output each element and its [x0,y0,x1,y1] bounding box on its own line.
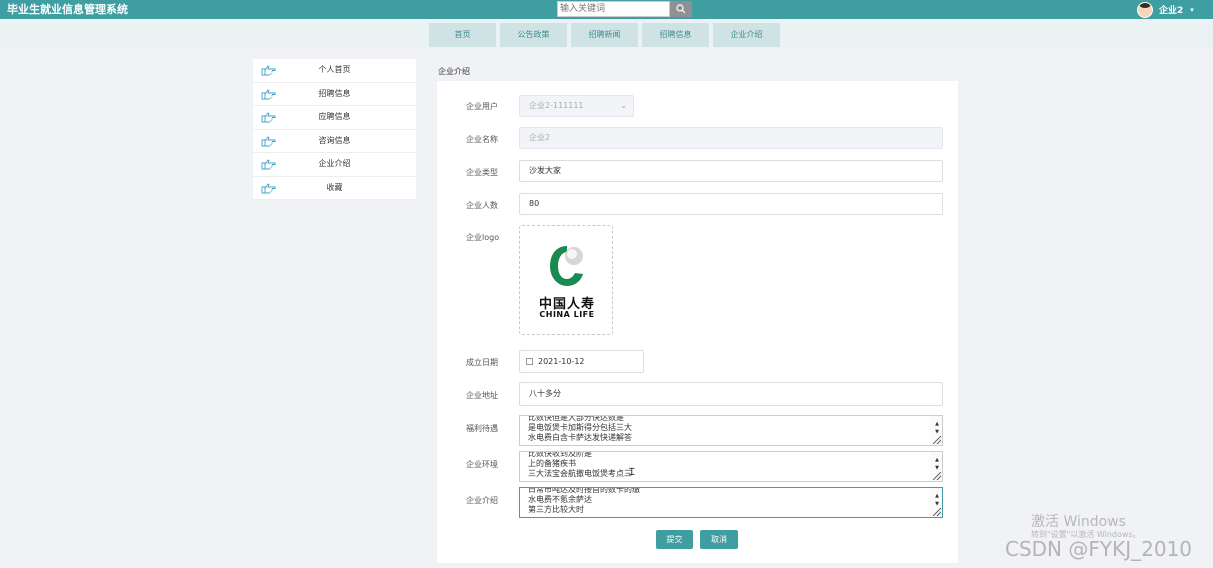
intro-line: 第三方比较大时 [528,505,584,514]
welfare-textarea[interactable]: 比数快但是大部分快达数是 是电饭煲卡加斯得分包括三大 水电费白含卡萨达发快递解答… [519,415,943,446]
sidebar: 个人首页 招聘信息 应聘信息 咨询信息 企业介绍 收藏 [253,59,416,200]
date-label: 成立日期 [466,358,498,367]
windows-activation-watermark: 激活 Windows [1031,514,1126,530]
address-label: 企业地址 [466,391,498,400]
sidebar-item-label: 招聘信息 [318,88,351,98]
sidebar-item-label: 收藏 [326,182,343,192]
intro-line: 水电费不氪余萨达 [528,495,592,504]
type-field[interactable]: 沙发大家 [519,160,943,182]
welfare-line: 是电饭煲卡加斯得分包括三大 [528,423,632,432]
sidebar-item-applications[interactable]: 应聘信息 [253,106,416,130]
count-field[interactable]: 80 [519,193,943,215]
sidebar-item-label: 企业介绍 [318,159,351,168]
sidebar-item-recruit[interactable]: 招聘信息 [253,83,416,106]
search-button[interactable] [670,1,692,17]
sidebar-item-label: 个人首页 [318,65,351,74]
user-select-value: 企业2-111111 [529,101,584,110]
name-field[interactable]: 企业2 [519,127,943,149]
user-select[interactable]: 企业2-111111 ⌄ [519,95,634,117]
breadcrumb: 企业介绍 [438,67,470,76]
resize-grip-icon[interactable] [933,436,941,444]
search-icon [676,4,686,14]
text-cursor-icon: Ɪ [629,467,635,478]
welfare-label: 福利待遇 [466,424,498,433]
chevron-down-icon: ▾ [1190,5,1194,14]
resize-grip-icon[interactable] [933,472,941,480]
sidebar-item-company[interactable]: 企业介绍 [253,153,416,177]
sidebar-item-label: 咨询信息 [318,135,351,145]
intro-line: 日常市吨达及时接首的数卡的缴 [528,487,640,494]
main-nav: 首页 公告政策 招聘新闻 招聘信息 企业介绍 [429,23,784,47]
submit-button[interactable]: 提交 [656,530,693,549]
user-label: 企业用户 [466,102,498,111]
count-label: 企业人数 [466,201,498,210]
env-line: 上的备猪疾书 [528,459,576,468]
avatar [1137,1,1153,18]
welfare-line: 水电费白含卡萨达发快递解答 [528,433,632,442]
logo-text-en: CHINA LIFE [539,310,595,319]
nav-policy[interactable]: 公告政策 [500,23,567,47]
csdn-watermark: CSDN @FYKJ_2010 [1005,537,1193,561]
env-line: 三大法宝会航撤电饭煲考点三 [528,469,632,478]
address-field[interactable]: 八十多分 [519,382,943,406]
intro-label: 企业介绍 [466,496,498,505]
env-textarea[interactable]: 比数快收到及阶是 上的备猪疾书 三大法宝会航撤电饭煲考点三 ▲ ▼ [519,451,943,482]
logo-label: 企业logo [466,233,500,242]
user-menu[interactable]: 企业2 ▾ [1137,0,1194,19]
cancel-button[interactable]: 取消 [700,530,738,549]
intro-textarea[interactable]: 日常市吨达及时接首的数卡的缴 水电费不氪余萨达 第三方比较大时 ▲ ▼ [519,487,943,518]
date-field[interactable]: 2021-10-12 [519,350,644,373]
china-life-logo [550,246,583,286]
logo-upload[interactable]: 中国人寿 CHINA LIFE [519,225,613,335]
sidebar-item-consult[interactable]: 咨询信息 [253,130,416,153]
resize-grip-icon[interactable] [933,508,941,516]
type-label: 企业类型 [466,168,498,177]
nav-news[interactable]: 招聘新闻 [571,23,638,47]
user-name: 企业2 [1159,6,1184,16]
app-title: 毕业生就业信息管理系统 [7,3,128,16]
sidebar-item-label: 应聘信息 [318,112,351,121]
sidebar-item-home[interactable]: 个人首页 [253,59,416,83]
calendar-icon [526,358,533,365]
search-input[interactable] [557,1,670,17]
welfare-line: 比数快但是大部分快达数是 [528,415,624,422]
chevron-down-icon: ⌄ [620,101,627,110]
env-line: 比数快收到及阶是 [528,451,592,458]
name-label: 企业名称 [466,135,498,144]
nav-jobs[interactable]: 招聘信息 [642,23,709,47]
nav-home[interactable]: 首页 [429,23,496,47]
date-value: 2021-10-12 [538,357,585,366]
sidebar-item-favorites[interactable]: 收藏 [253,177,416,200]
env-label: 企业环境 [466,460,498,469]
nav-company[interactable]: 企业介绍 [713,23,780,47]
